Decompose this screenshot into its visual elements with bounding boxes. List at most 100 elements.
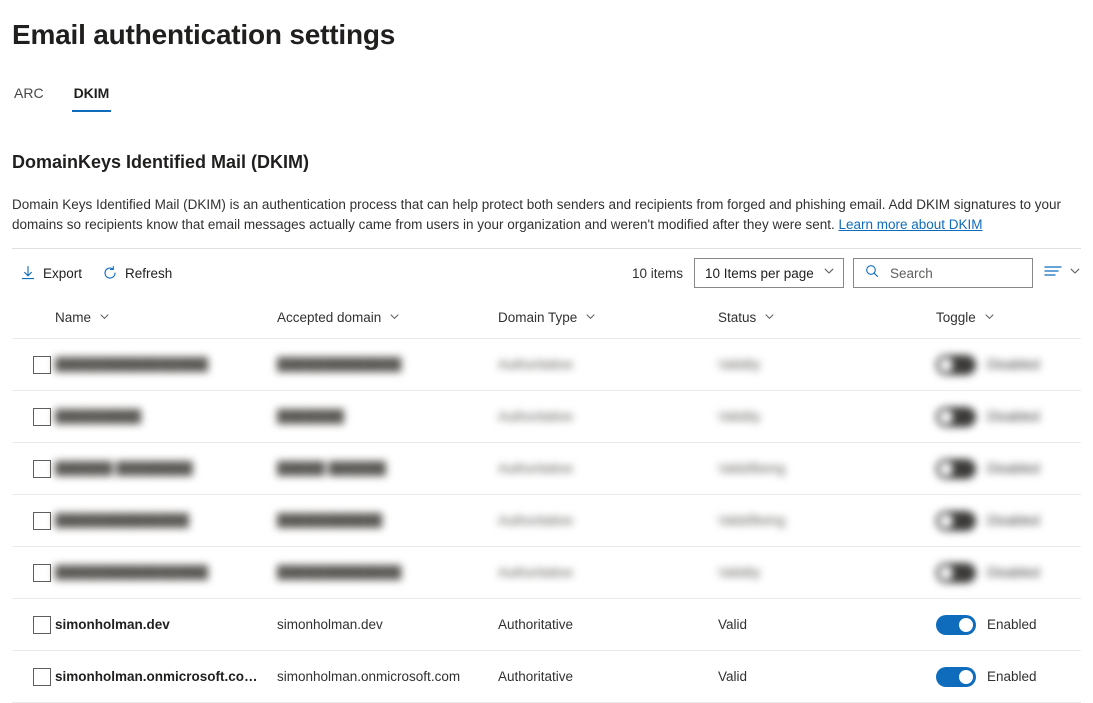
toggle-label: Enabled xyxy=(987,669,1037,684)
tab-dkim-label: DKIM xyxy=(74,85,110,101)
cell-accepted-domain: █████ ██████ xyxy=(277,461,498,476)
cell-toggle: Disabled xyxy=(936,563,1081,583)
cell-name: simonholman.onmicrosoft.com ... xyxy=(55,669,277,684)
column-header-name-label: Name xyxy=(55,310,91,325)
toggle-knob xyxy=(939,410,953,424)
row-select-cell xyxy=(12,512,55,530)
table-header-row: Name Accepted domain Domain Type Status xyxy=(12,297,1081,339)
export-button[interactable]: Export xyxy=(12,257,90,289)
column-header-accepted-domain[interactable]: Accepted domain xyxy=(277,310,498,325)
toggle-knob xyxy=(939,462,953,476)
cell-toggle: Enabled xyxy=(936,667,1081,687)
learn-more-link[interactable]: Learn more about DKIM xyxy=(838,217,982,232)
tab-arc[interactable]: ARC xyxy=(12,83,46,112)
row-checkbox[interactable] xyxy=(33,460,51,478)
table-row[interactable]: ██████ █████████████ ██████Authoritative… xyxy=(12,443,1081,495)
cell-domain-type: Authoritative xyxy=(498,513,718,528)
search-input[interactable] xyxy=(888,265,1024,282)
table-row[interactable]: simonholman.onmicrosoft.com ...simonholm… xyxy=(12,651,1081,703)
cell-accepted-domain: ███████ xyxy=(277,409,498,424)
dkim-toggle-switch[interactable] xyxy=(936,407,976,427)
table-body: █████████████████████████████Authoritati… xyxy=(12,339,1081,703)
column-header-toggle[interactable]: Toggle xyxy=(936,310,1081,325)
cell-domain-type: Authoritative xyxy=(498,669,718,684)
toggle-knob xyxy=(939,358,953,372)
column-header-toggle-label: Toggle xyxy=(936,310,976,325)
toggle-label: Disabled xyxy=(987,513,1040,528)
tab-arc-label: ARC xyxy=(14,85,44,101)
command-bar: Export Refresh 10 items 10 Items per pag… xyxy=(12,251,1081,295)
dkim-toggle-switch[interactable] xyxy=(936,615,976,635)
view-options-button[interactable] xyxy=(1042,264,1081,283)
page-title: Email authentication settings xyxy=(12,0,1081,53)
row-checkbox[interactable] xyxy=(33,668,51,686)
cell-toggle: Disabled xyxy=(936,407,1081,427)
toggle-label: Disabled xyxy=(987,565,1040,580)
section-description: Domain Keys Identified Mail (DKIM) is an… xyxy=(12,174,1072,235)
toggle-label: Disabled xyxy=(987,357,1040,372)
dkim-toggle-switch[interactable] xyxy=(936,563,976,583)
cell-domain-type: Authoritative xyxy=(498,565,718,580)
tab-list: ARC DKIM xyxy=(12,80,1081,112)
chevron-down-icon xyxy=(389,310,400,325)
cell-accepted-domain: simonholman.onmicrosoft.com xyxy=(277,669,498,684)
toggle-knob xyxy=(939,566,953,580)
cell-domain-type: Authoritative xyxy=(498,617,718,632)
table-row[interactable]: ████████████████AuthoritativeValidityDis… xyxy=(12,391,1081,443)
cell-status: Valid/Being xyxy=(718,513,936,528)
cell-accepted-domain: █████████████ xyxy=(277,357,498,372)
cell-status: Validity xyxy=(718,409,936,424)
dkim-toggle-switch[interactable] xyxy=(936,667,976,687)
email-authentication-settings-page: Email authentication settings ARC DKIM D… xyxy=(0,0,1093,691)
cell-status: Valid/Being xyxy=(718,461,936,476)
cell-status: Validity xyxy=(718,357,936,372)
row-checkbox[interactable] xyxy=(33,408,51,426)
row-select-cell xyxy=(12,408,55,426)
refresh-icon xyxy=(102,265,118,281)
column-header-status[interactable]: Status xyxy=(718,310,936,325)
column-header-domain-type[interactable]: Domain Type xyxy=(498,310,718,325)
row-select-cell xyxy=(12,564,55,582)
command-bar-right: 10 items 10 Items per page xyxy=(632,258,1081,288)
dkim-toggle-switch[interactable] xyxy=(936,355,976,375)
row-select-cell xyxy=(12,460,55,478)
chevron-down-icon xyxy=(1069,264,1081,282)
cell-accepted-domain: simonholman.dev xyxy=(277,617,498,632)
dkim-toggle-switch[interactable] xyxy=(936,459,976,479)
cell-toggle: Disabled xyxy=(936,355,1081,375)
row-select-cell xyxy=(12,356,55,374)
section-divider xyxy=(12,248,1081,249)
row-select-cell xyxy=(12,668,55,686)
table-row[interactable]: simonholman.devsimonholman.devAuthoritat… xyxy=(12,599,1081,651)
toggle-knob xyxy=(959,670,973,684)
cell-domain-type: Authoritative xyxy=(498,409,718,424)
tab-dkim[interactable]: DKIM xyxy=(72,83,112,112)
page-size-dropdown[interactable]: 10 Items per page xyxy=(694,258,844,288)
chevron-down-icon xyxy=(984,310,995,325)
page-size-label: 10 Items per page xyxy=(705,266,814,281)
chevron-down-icon xyxy=(764,310,775,325)
row-select-cell xyxy=(12,616,55,634)
cell-name: ████████████████ xyxy=(55,357,277,372)
search-box[interactable] xyxy=(853,258,1033,288)
table-row[interactable]: █████████████████████████████Authoritati… xyxy=(12,547,1081,599)
toggle-label: Enabled xyxy=(987,617,1037,632)
cell-domain-type: Authoritative xyxy=(498,357,718,372)
column-header-domain-type-label: Domain Type xyxy=(498,310,577,325)
column-header-status-label: Status xyxy=(718,310,756,325)
row-checkbox[interactable] xyxy=(33,356,51,374)
dkim-toggle-switch[interactable] xyxy=(936,511,976,531)
refresh-button[interactable]: Refresh xyxy=(94,257,180,289)
cell-name: ██████ ████████ xyxy=(55,461,277,476)
table-row[interactable]: █████████████████████████AuthoritativeVa… xyxy=(12,495,1081,547)
row-checkbox[interactable] xyxy=(33,512,51,530)
cell-name: ████████████████ xyxy=(55,565,277,580)
row-checkbox[interactable] xyxy=(33,616,51,634)
row-checkbox[interactable] xyxy=(33,564,51,582)
cell-accepted-domain: █████████████ xyxy=(277,565,498,580)
chevron-down-icon xyxy=(585,310,596,325)
column-header-name[interactable]: Name xyxy=(55,310,277,325)
table-row[interactable]: █████████████████████████████Authoritati… xyxy=(12,339,1081,391)
items-count: 10 items xyxy=(632,266,683,281)
cell-toggle: Enabled xyxy=(936,615,1081,635)
